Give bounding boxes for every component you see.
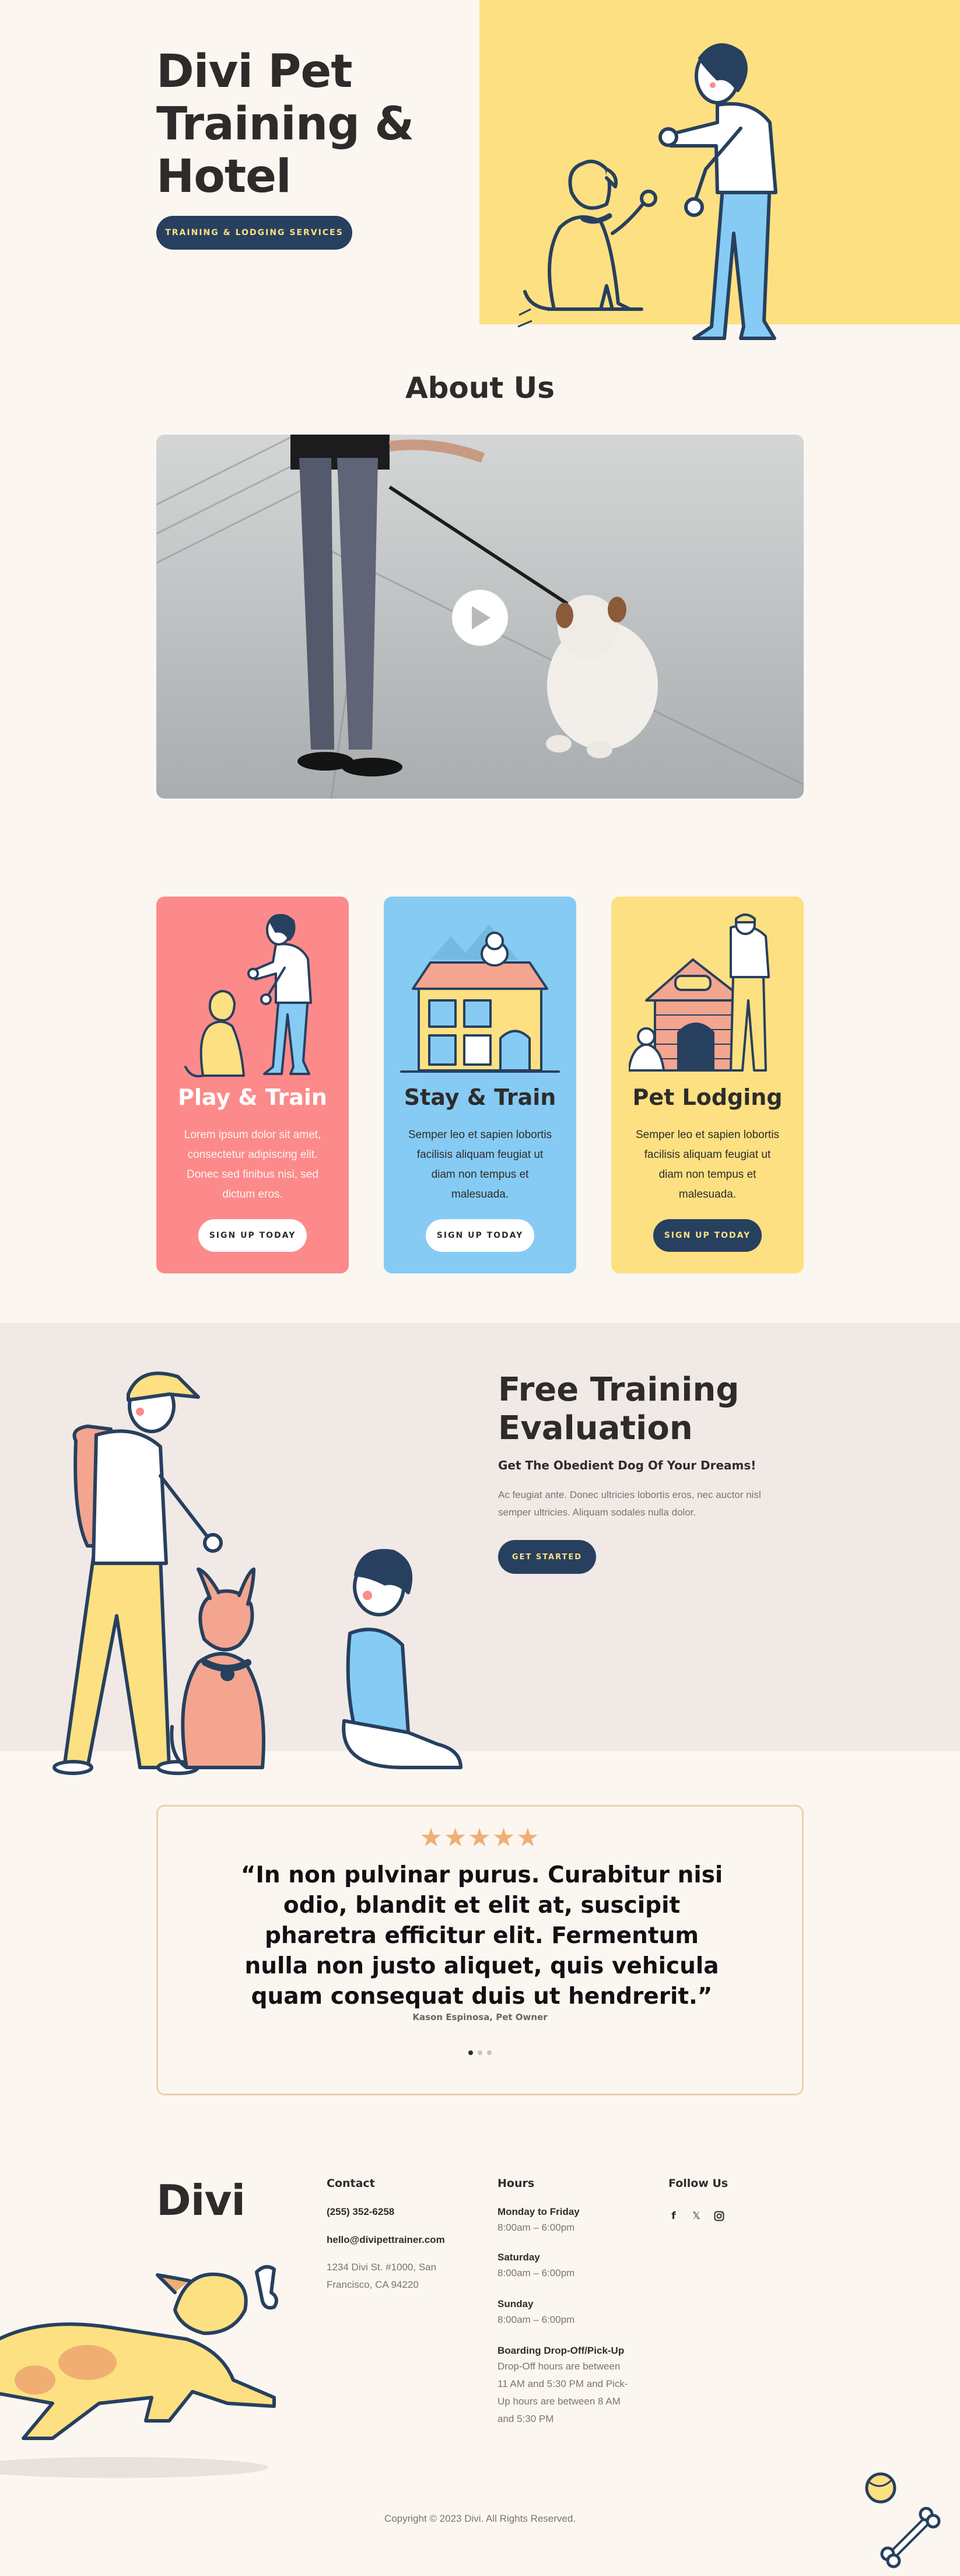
x-icon[interactable]: 𝕏	[690, 2210, 703, 2222]
running-dog-illustration	[0, 2265, 278, 2478]
card-title: Play & Train	[178, 1084, 327, 1110]
man-training-dog-illustration	[517, 43, 777, 340]
evaluation-text: Ac feugiat ante. Donec ultricies loborti…	[498, 1489, 761, 1518]
slider-dot[interactable]	[468, 2050, 473, 2055]
card-text: Semper leo et sapien lobortis facilisis …	[635, 1129, 780, 1200]
sign-up-today-button[interactable]: Sign Up Today	[426, 1219, 534, 1252]
hours-saturday-value: 8:00am – 6:00pm	[497, 2267, 575, 2278]
card-text: Semper leo et sapien lobortis facilisis …	[408, 1129, 552, 1200]
sign-up-today-button[interactable]: Sign Up Today	[198, 1219, 307, 1252]
contact-heading: Contact	[327, 2177, 375, 2190]
hero-title-line: Divi Pet	[156, 46, 353, 98]
testimonial-quote: “In non pulvinar purus. Curabitur nisi o…	[240, 1862, 723, 2010]
slider-dot[interactable]	[487, 2050, 492, 2055]
rating-stars-icon: ★★★★★	[419, 1823, 541, 1853]
evaluation-title: Free Training Evaluation	[498, 1371, 790, 1448]
instagram-glyph-icon	[714, 2211, 724, 2221]
testimonial-card: ★★★★★ “In non pulvinar purus. Curabitur …	[156, 1805, 804, 2095]
hero-title-line: Training &	[156, 98, 414, 150]
hero-title-line: Hotel	[156, 150, 292, 203]
play-button[interactable]	[452, 590, 508, 646]
facebook-icon[interactable]: f	[667, 2210, 680, 2222]
people-with-dog-illustration	[52, 1371, 463, 1775]
contact-address: 1234 Divi St. #1000, San Francisco, CA 9…	[327, 2262, 437, 2290]
footer-logo[interactable]: Divi	[156, 2176, 246, 2225]
slider-pagination	[158, 2050, 802, 2055]
hours-weekdays-label: Monday to Friday	[497, 2206, 580, 2217]
get-started-button[interactable]: Get Started	[498, 1540, 596, 1574]
testimonial-author: Kason Espinosa, Pet Owner	[412, 2012, 548, 2022]
copyright-text: Copyright © 2023 Divi. All Rights Reserv…	[384, 2513, 576, 2524]
instagram-icon[interactable]	[713, 2210, 726, 2222]
about-title: About Us	[405, 371, 555, 405]
training-lodging-services-button[interactable]: Training & Lodging Services	[156, 216, 352, 250]
service-card-stay-train: Stay & Train Semper leo et sapien lobort…	[384, 897, 576, 1273]
play-icon	[472, 606, 490, 629]
sign-up-today-button[interactable]: Sign Up Today	[653, 1219, 762, 1252]
hours-saturday-label: Saturday	[497, 2252, 540, 2263]
slider-dot[interactable]	[478, 2050, 482, 2055]
service-card-play-train: Play & Train Lorem ipsum dolor sit amet,…	[156, 897, 349, 1273]
hours-weekdays-value: 8:00am – 6:00pm	[497, 2222, 575, 2233]
boarding-text: Drop-Off hours are between 11 AM and 5:3…	[497, 2361, 628, 2424]
service-card-pet-lodging: Pet Lodging Semper leo et sapien loborti…	[611, 897, 804, 1273]
contact-phone[interactable]: (255) 352-6258	[327, 2206, 394, 2218]
follow-heading: Follow Us	[668, 2177, 728, 2190]
evaluation-title-line: Evaluation	[498, 1409, 693, 1447]
person-and-dog-illustration	[184, 914, 312, 1077]
boarding-label: Boarding Drop-Off/Pick-Up	[497, 2345, 625, 2356]
evaluation-title-line: Free Training	[498, 1371, 740, 1409]
dog-house-hotel-illustration	[400, 925, 560, 1073]
card-title: Stay & Train	[404, 1084, 556, 1110]
evaluation-subtitle: Get The Obedient Dog Of Your Dreams!	[498, 1458, 756, 1472]
hero-title: Divi Pet Training & Hotel	[156, 46, 483, 203]
dog-kennel-illustration	[629, 914, 770, 1072]
hours-heading: Hours	[497, 2177, 535, 2190]
about-video[interactable]	[156, 435, 804, 799]
hours-sunday-value: 8:00am – 6:00pm	[497, 2314, 575, 2325]
card-title: Pet Lodging	[632, 1084, 783, 1110]
card-text: Lorem ipsum dolor sit amet, consectetur …	[184, 1129, 321, 1200]
hours-sunday-label: Sunday	[497, 2298, 534, 2309]
contact-email[interactable]: hello@divipettrainer.com	[327, 2234, 445, 2246]
